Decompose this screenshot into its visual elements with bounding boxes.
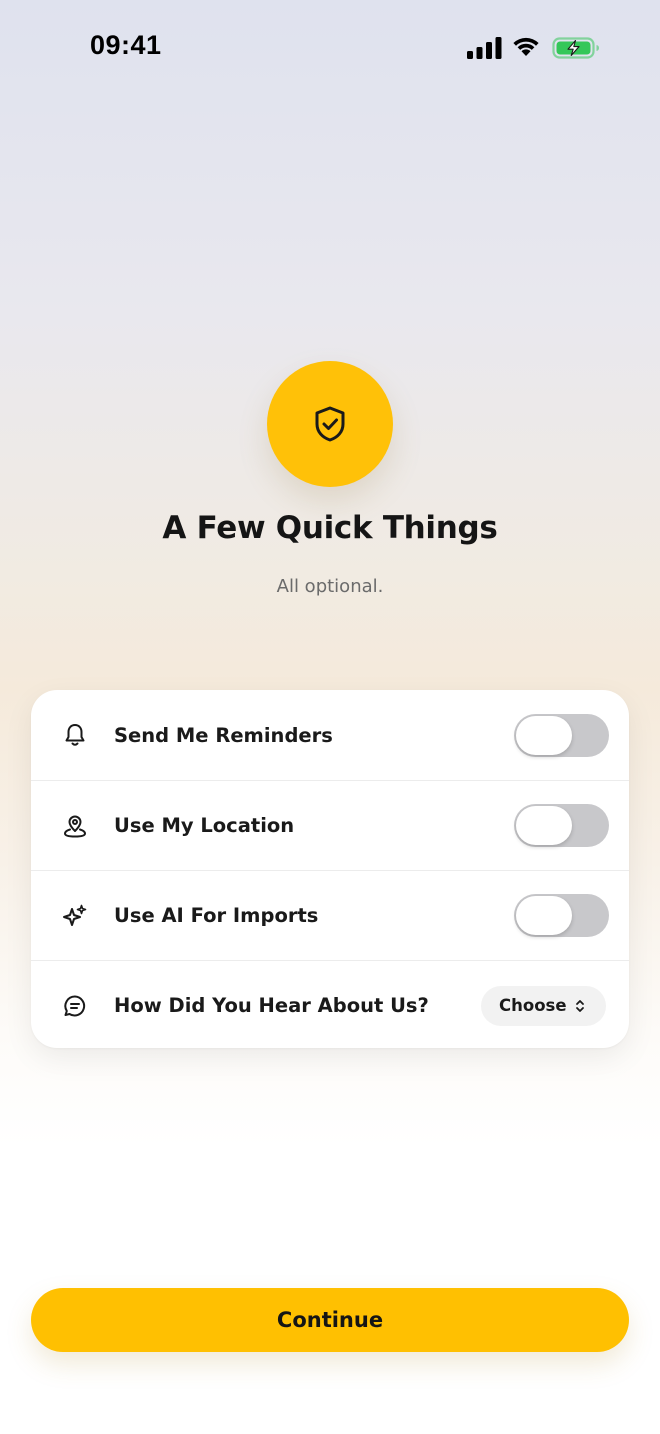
toggle-knob (516, 715, 572, 755)
continue-button[interactable]: Continue (31, 1288, 629, 1352)
setting-label: Send Me Reminders (114, 723, 333, 747)
sparkles-icon (61, 902, 89, 930)
setting-row-reminders[interactable]: Send Me Reminders (31, 690, 629, 780)
wifi-icon (513, 37, 539, 56)
setting-label: Use My Location (114, 814, 295, 837)
toggle-knob (516, 896, 572, 935)
referral-select[interactable]: Choose (481, 985, 606, 1026)
hero-badge (267, 361, 393, 487)
setting-row-referral[interactable]: How Did You Hear About Us? Choose (31, 960, 629, 1048)
chat-bubble-icon (61, 992, 89, 1020)
setting-row-ai-imports[interactable]: Use AI For Imports (31, 870, 629, 960)
setting-label: How Did You Hear About Us? (114, 994, 429, 1017)
status-time: 09:41 (90, 30, 162, 60)
chevron-up-down-icon (576, 999, 584, 1012)
shield-check-icon (315, 406, 345, 442)
select-value: Choose (499, 996, 567, 1015)
permissions-card: Send Me Reminders Use My Location Use AI… (31, 690, 629, 1048)
reminders-toggle[interactable] (514, 713, 609, 757)
setting-label: Use AI For Imports (114, 904, 319, 927)
page-title: A Few Quick Things (162, 510, 498, 546)
ai-imports-toggle[interactable] (514, 894, 609, 937)
setting-row-location[interactable]: Use My Location (31, 780, 629, 870)
battery-charging-icon (552, 37, 599, 59)
bell-icon (61, 721, 89, 749)
signal-bars-icon (467, 37, 502, 59)
page-subtitle: All optional. (276, 576, 384, 597)
location-toggle[interactable] (514, 804, 609, 847)
status-bar: 09:41 (0, 0, 660, 100)
toggle-knob (516, 806, 572, 845)
location-pin-icon (61, 812, 89, 840)
